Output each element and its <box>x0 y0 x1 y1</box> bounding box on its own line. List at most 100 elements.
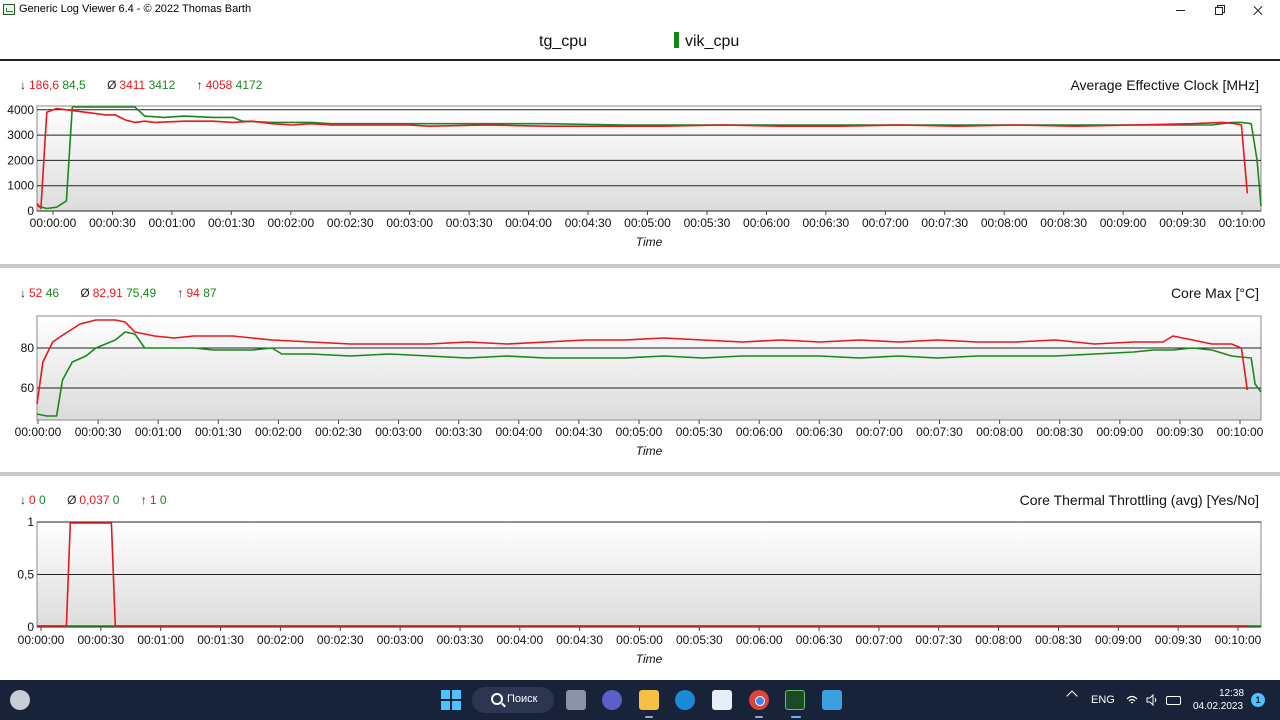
legend-item-tg-cpu[interactable]: tg_cpu <box>539 33 587 51</box>
x-tick-label: 00:07:30 <box>915 633 962 647</box>
wifi-icon[interactable] <box>1126 694 1138 706</box>
x-tick-label: 00:10:00 <box>1219 216 1266 230</box>
title-bar: Generic Log Viewer 6.4 - © 2022 Thomas B… <box>0 0 1280 20</box>
max-symbol: ↑ <box>177 286 184 300</box>
temp-chart[interactable]: 60 80 00:00:00 00:00:30 00:01:00 00:01:30 00:0… <box>0 306 1280 466</box>
minimize-button[interactable] <box>1160 0 1200 20</box>
x-tick-label: 00:03:00 <box>375 425 422 439</box>
avg-symbol: Ø <box>67 493 77 507</box>
avg-symbol: Ø <box>80 286 90 300</box>
x-tick-label: 00:01:30 <box>208 216 255 230</box>
x-tick-label: 00:06:00 <box>743 216 790 230</box>
x-tick-label: 00:06:30 <box>796 633 843 647</box>
x-tick-label: 00:02:00 <box>267 216 314 230</box>
stat-avg-vik: 0 <box>112 493 120 507</box>
y-tick-label: 4000 <box>7 103 34 117</box>
log-viewer-icon[interactable] <box>785 690 805 710</box>
stat-max-vik: 87 <box>203 286 217 300</box>
volume-icon[interactable] <box>1146 694 1158 706</box>
x-tick-label: 00:07:00 <box>856 425 903 439</box>
stat-min-tg: 186,6 <box>29 78 60 92</box>
x-tick-label: 00:08:00 <box>975 633 1022 647</box>
stat-max-vik: 0 <box>159 493 167 507</box>
y-tick-label: 2000 <box>7 153 34 167</box>
stat-min-vik: 46 <box>45 286 60 300</box>
x-tick-label: 00:07:30 <box>916 425 963 439</box>
x-axis-label: Time <box>636 444 663 458</box>
weather-icon[interactable] <box>10 690 30 710</box>
max-symbol: ↑ <box>196 78 203 92</box>
app-icon <box>3 4 15 15</box>
x-tick-label: 00:03:30 <box>446 216 493 230</box>
maximize-button[interactable] <box>1199 0 1239 20</box>
stat-avg-tg: 0,037 <box>79 493 110 507</box>
x-tick-label: 00:07:30 <box>921 216 968 230</box>
clock-date[interactable]: 04.02.2023 <box>1193 701 1243 712</box>
stat-min-tg: 52 <box>29 286 43 300</box>
close-button[interactable] <box>1238 0 1278 20</box>
x-tick-label: 00:10:00 <box>1215 633 1262 647</box>
chrome-icon[interactable] <box>749 690 769 710</box>
x-tick-label: 00:05:30 <box>676 633 723 647</box>
edge-icon[interactable] <box>675 690 695 710</box>
throttle-chart[interactable]: 0 0,5 1 00:00:00 00:00:30 00:01:00 00:01:30 00:… <box>0 514 1280 674</box>
search-icon <box>491 693 503 705</box>
task-view-icon[interactable] <box>566 690 586 710</box>
x-tick-label: 00:04:30 <box>556 425 603 439</box>
file-explorer-icon[interactable] <box>639 690 659 710</box>
x-tick-label: 00:09:00 <box>1100 216 1147 230</box>
x-tick-label: 00:06:30 <box>796 425 843 439</box>
stat-max-vik: 4172 <box>235 78 263 92</box>
x-tick-label: 00:02:00 <box>257 633 304 647</box>
min-symbol: ↓ <box>20 286 26 300</box>
legend-marker-vik-cpu <box>674 32 679 48</box>
stat-avg-vik: 3412 <box>148 78 176 92</box>
panel-separator[interactable] <box>0 264 1280 268</box>
x-tick-label: 00:05:30 <box>676 425 723 439</box>
clock-chart[interactable]: 0100020003000400000:00:00 00:00:30 00:01:0… <box>0 98 1280 258</box>
store-icon[interactable] <box>712 690 732 710</box>
legend-item-vik-cpu[interactable]: vik_cpu <box>685 33 739 51</box>
x-tick-label: 00:00:30 <box>77 633 124 647</box>
search-button[interactable]: Поиск <box>472 687 554 713</box>
x-tick-label: 00:01:30 <box>197 633 244 647</box>
search-label: Поиск <box>507 693 538 705</box>
start-icon[interactable] <box>441 690 461 710</box>
x-tick-label: 00:09:30 <box>1157 425 1204 439</box>
plot-area[interactable] <box>36 315 1262 421</box>
x-tick-label: 00:02:30 <box>315 425 362 439</box>
running-indicator <box>645 716 653 718</box>
notification-badge[interactable]: 1 <box>1251 693 1265 707</box>
language-indicator[interactable]: ENG <box>1091 694 1115 706</box>
legend: tg_cpu vik_cpu <box>0 20 1280 60</box>
running-indicator <box>755 716 763 718</box>
clock-time[interactable]: 12:38 <box>1219 688 1244 699</box>
chat-icon[interactable] <box>602 690 622 710</box>
stat-max-tg: 4058 <box>205 78 233 92</box>
x-tick-label: 00:06:30 <box>802 216 849 230</box>
y-tick-label: 0 <box>27 620 34 634</box>
min-symbol: ↓ <box>20 78 26 92</box>
x-tick-label: 00:08:00 <box>981 216 1028 230</box>
battery-icon[interactable] <box>1166 696 1181 705</box>
x-tick-label: 00:05:00 <box>616 425 663 439</box>
y-tick-label: 1 <box>27 515 34 529</box>
y-tick-label: 80 <box>21 341 35 355</box>
stat-min-vik: 84,5 <box>62 78 86 92</box>
x-tick-label: 00:08:00 <box>976 425 1023 439</box>
x-tick-label: 00:01:00 <box>149 216 196 230</box>
panel-separator[interactable] <box>0 472 1280 476</box>
x-tick-label: 00:05:30 <box>684 216 731 230</box>
x-tick-label: 00:04:30 <box>556 633 603 647</box>
y-tick-label: 3000 <box>7 128 34 142</box>
panel-title-throttle: Core Thermal Throttling (avg) [Yes/No] <box>1019 492 1259 508</box>
x-tick-label: 00:04:00 <box>495 425 542 439</box>
x-tick-label: 00:09:00 <box>1096 425 1143 439</box>
x-tick-label: 00:05:00 <box>616 633 663 647</box>
stats-throttle: ↓ 0 0 Ø 0,037 0 ↑ 1 0 <box>20 493 167 507</box>
x-tick-label: 00:01:30 <box>195 425 242 439</box>
y-tick-label: 0,5 <box>17 568 34 582</box>
stat-avg-tg: 3411 <box>119 78 146 92</box>
photos-icon[interactable] <box>822 690 842 710</box>
x-tick-label: 00:03:00 <box>377 633 424 647</box>
